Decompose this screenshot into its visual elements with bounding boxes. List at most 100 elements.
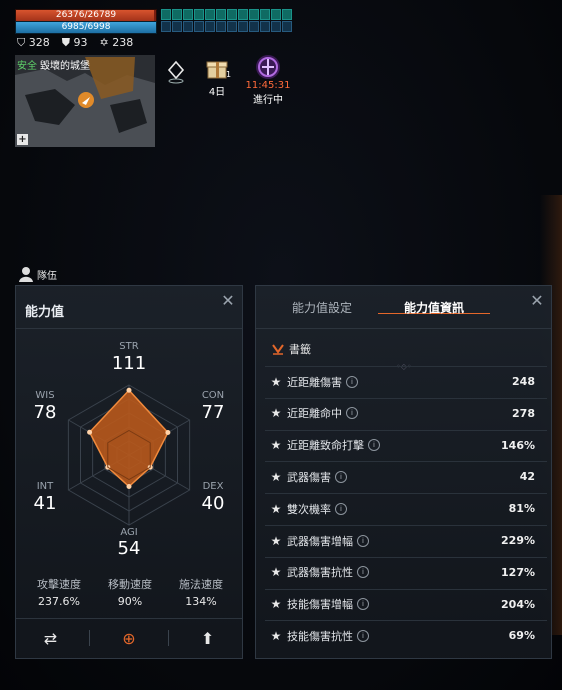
radar-value-agi: 54 bbox=[117, 538, 141, 559]
radar-value-int: 41 bbox=[33, 493, 57, 514]
buff-icon[interactable] bbox=[172, 21, 182, 32]
gift-badge: 1 bbox=[226, 70, 232, 79]
info-icon[interactable]: i bbox=[357, 598, 369, 611]
radar-label-int: INT bbox=[36, 481, 54, 492]
star-icon[interactable]: ★ bbox=[265, 629, 287, 643]
star-icon[interactable]: ★ bbox=[265, 565, 287, 579]
info-row-label: 武器傷害增幅 bbox=[287, 534, 353, 548]
info-icon[interactable]: i bbox=[346, 375, 358, 388]
minimap-expand-button[interactable]: + bbox=[17, 134, 28, 145]
buff-icon[interactable] bbox=[249, 21, 259, 32]
info-icon[interactable]: i bbox=[357, 534, 369, 547]
info-row[interactable]: ★ 近距離命中 i 278 bbox=[265, 397, 547, 428]
buff-icon[interactable] bbox=[227, 21, 237, 32]
info-icon[interactable]: i bbox=[335, 502, 347, 515]
bookmark-toggle[interactable]: 書籤 bbox=[272, 341, 311, 357]
star-icon[interactable]: ★ bbox=[265, 470, 287, 484]
buff-icon[interactable] bbox=[271, 21, 281, 32]
star-icon[interactable]: ★ bbox=[265, 597, 287, 611]
info-row[interactable]: ★ 近距離致命打擊 i 146% bbox=[265, 429, 547, 460]
buff-icon[interactable] bbox=[227, 9, 237, 20]
buff-icon[interactable] bbox=[260, 9, 270, 20]
zone-name: 毀壞的城堡 bbox=[40, 61, 90, 72]
info-icon[interactable]: i bbox=[357, 566, 369, 579]
safe-zone-label: 安全 bbox=[17, 61, 37, 72]
info-row-label: 武器傷害抗性 bbox=[287, 566, 353, 580]
move-speed: 移動速度 90% bbox=[95, 576, 165, 608]
buff-icon[interactable] bbox=[172, 9, 182, 20]
radar-point bbox=[87, 429, 93, 435]
waypoint-icon[interactable] bbox=[166, 60, 186, 84]
radar-point bbox=[126, 387, 132, 393]
party-button[interactable]: 隊伍 bbox=[18, 266, 57, 282]
minimap[interactable]: 安全 毀壞的城堡 + bbox=[15, 55, 155, 147]
buff-icon[interactable] bbox=[161, 21, 171, 32]
swap-button[interactable]: ⇄ bbox=[20, 623, 80, 653]
speed-label: 攻擊速度 bbox=[37, 578, 81, 591]
info-icon[interactable]: i bbox=[335, 470, 347, 483]
checkbox-icon bbox=[272, 344, 284, 355]
defense-stat: ⛉ 328 bbox=[17, 36, 50, 50]
info-row[interactable]: ★ 武器傷害 i 42 bbox=[265, 461, 547, 491]
tab-stat-info[interactable]: 能力值資訊 bbox=[378, 286, 490, 315]
close-icon[interactable]: ✕ bbox=[530, 293, 544, 309]
defense-stat: ⛊ 93 bbox=[62, 36, 88, 50]
divider bbox=[256, 328, 551, 329]
stat-value: 328 bbox=[28, 36, 50, 49]
buff-icon[interactable] bbox=[249, 9, 259, 20]
speed-value: 134% bbox=[185, 595, 217, 608]
party-icon bbox=[19, 267, 33, 282]
info-icon[interactable]: i bbox=[368, 439, 380, 452]
star-icon[interactable]: ★ bbox=[265, 534, 287, 548]
buff-icon[interactable] bbox=[216, 9, 226, 20]
shield-alt-icon: ⛊ bbox=[61, 36, 70, 49]
buff-row-1 bbox=[161, 9, 292, 20]
buff-icon[interactable] bbox=[194, 21, 204, 32]
star-icon[interactable]: ★ bbox=[265, 375, 287, 389]
info-row[interactable]: ★ 武器傷害抗性 i 127% bbox=[265, 556, 547, 587]
star-icon[interactable]: ★ bbox=[265, 502, 287, 516]
buff-icon[interactable] bbox=[282, 9, 292, 20]
info-row-value: 146% bbox=[501, 438, 535, 452]
buff-icon[interactable] bbox=[260, 21, 270, 32]
buff-icon[interactable] bbox=[183, 21, 193, 32]
info-row[interactable]: ★ 技能傷害抗性 i 69% bbox=[265, 620, 547, 650]
upgrade-button[interactable]: ⬆ bbox=[178, 623, 238, 653]
buff-icon[interactable] bbox=[183, 9, 193, 20]
zoom-button[interactable]: ⊕ bbox=[99, 623, 159, 653]
buff-icon[interactable] bbox=[271, 9, 281, 20]
info-row-value: 42 bbox=[519, 470, 535, 484]
info-row[interactable]: ★ 雙次機率 i 81% bbox=[265, 493, 547, 523]
star-of-david-icon: ✡ bbox=[99, 36, 109, 49]
buff-icon[interactable] bbox=[238, 9, 248, 20]
close-icon[interactable]: ✕ bbox=[221, 293, 235, 309]
divider bbox=[167, 630, 169, 646]
buff-icon[interactable] bbox=[205, 21, 215, 32]
info-icon[interactable]: i bbox=[357, 629, 369, 642]
info-row[interactable]: ★ 技能傷害增幅 i 204% bbox=[265, 588, 547, 619]
event-button[interactable]: 11:45:31 進行中 bbox=[244, 54, 292, 106]
stats-panel-title: 能力值 bbox=[25, 305, 65, 320]
info-icon[interactable]: i bbox=[346, 407, 358, 420]
divider bbox=[16, 618, 242, 619]
info-row-value: 127% bbox=[501, 565, 535, 579]
info-row[interactable]: ★ 近距離傷害 i 248 bbox=[265, 366, 547, 396]
buff-icon[interactable] bbox=[216, 21, 226, 32]
buff-icon[interactable] bbox=[205, 9, 215, 20]
info-row-label: 近距離命中 bbox=[287, 407, 342, 421]
info-row[interactable]: ★ 武器傷害增幅 i 229% bbox=[265, 525, 547, 555]
buff-icon[interactable] bbox=[161, 9, 171, 20]
mp-text: 6985/6998 bbox=[61, 22, 111, 32]
radar-value-con: 77 bbox=[201, 402, 225, 423]
star-icon[interactable]: ★ bbox=[265, 406, 287, 420]
party-label: 隊伍 bbox=[37, 270, 57, 282]
swap-icon: ⇄ bbox=[43, 628, 58, 648]
star-icon[interactable]: ★ bbox=[265, 438, 287, 452]
tab-stat-settings[interactable]: 能力值設定 bbox=[266, 286, 378, 315]
buff-icon[interactable] bbox=[194, 9, 204, 20]
buff-icon[interactable] bbox=[282, 21, 292, 32]
event-timer: 11:45:31 bbox=[245, 80, 291, 91]
gift-button[interactable]: 1 4日 bbox=[202, 56, 232, 98]
buff-icon[interactable] bbox=[238, 21, 248, 32]
bookmark-label: 書籤 bbox=[289, 343, 311, 356]
